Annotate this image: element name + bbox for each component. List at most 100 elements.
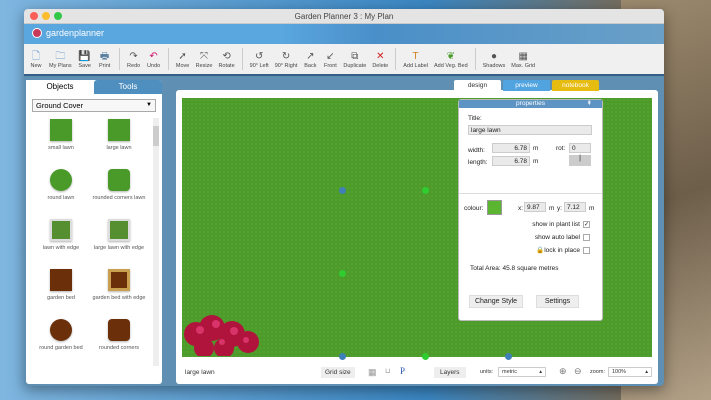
toolbar-print-button[interactable]: 🖶 Print bbox=[95, 44, 115, 74]
save-icon: 💾 bbox=[78, 50, 91, 62]
object-item[interactable]: small lawn bbox=[32, 117, 90, 163]
resize-handle[interactable] bbox=[422, 187, 429, 194]
object-label: small lawn bbox=[48, 145, 74, 151]
toolbar-separator bbox=[474, 48, 476, 70]
toolbar-my-plans-button[interactable]: 🗀 My Plans bbox=[46, 44, 75, 74]
toolbar-label: 90° Right bbox=[274, 62, 298, 69]
toolbar-label: New bbox=[30, 62, 42, 69]
toolbar-back-button[interactable]: ↗ Back bbox=[300, 44, 320, 74]
object-thumbnail bbox=[108, 119, 130, 141]
grid-icon: ▦ bbox=[518, 50, 528, 62]
collapse-icon[interactable]: ⇞ bbox=[587, 100, 592, 108]
toolbar-max-grid-button[interactable]: ▦ Max. Grid bbox=[508, 44, 538, 74]
resize-handle[interactable] bbox=[339, 270, 346, 277]
toolbar-90-right-button[interactable]: ↻ 90° Right bbox=[272, 44, 301, 74]
rotate-right-icon: ↻ bbox=[281, 50, 291, 62]
title-input[interactable]: large lawn bbox=[468, 125, 592, 135]
zoom-button[interactable] bbox=[54, 12, 62, 20]
length-input[interactable]: 6.78 bbox=[492, 156, 530, 166]
tab-design[interactable]: design bbox=[454, 80, 501, 91]
object-item[interactable]: rounded corners lawn bbox=[90, 167, 148, 213]
minimize-button[interactable] bbox=[42, 12, 50, 20]
toolbar-label: Duplicate bbox=[343, 62, 367, 69]
object-thumbnail bbox=[50, 219, 72, 241]
shadows-icon: ● bbox=[490, 50, 497, 62]
toolbar-label: Move bbox=[175, 62, 190, 69]
colour-swatch[interactable] bbox=[487, 200, 502, 215]
toolbar-rotate-button[interactable]: ⟲ Rotate bbox=[215, 44, 237, 74]
width-input[interactable]: 6.78 bbox=[492, 143, 530, 153]
category-select[interactable]: Ground Cover ▼ bbox=[32, 99, 156, 112]
toolbar-shadows-button[interactable]: ● Shadows bbox=[480, 44, 509, 74]
x-input[interactable]: 9.87 bbox=[524, 202, 546, 212]
object-thumbnail bbox=[108, 269, 130, 291]
object-label: round lawn bbox=[47, 195, 75, 201]
zoom-out-icon[interactable]: ⊖ bbox=[574, 366, 582, 377]
toolbar-label: Resize bbox=[195, 62, 213, 69]
rotation-dial[interactable]: | bbox=[569, 155, 591, 166]
toolbar-delete-button[interactable]: ✕ Delete bbox=[369, 44, 391, 74]
toolbar-add-label-button[interactable]: T Add Label bbox=[400, 44, 431, 74]
object-item[interactable]: large lawn with edge bbox=[90, 217, 148, 263]
x-label: x: bbox=[518, 205, 524, 212]
object-thumbnail bbox=[108, 219, 130, 241]
toolbar-front-button[interactable]: ↙ Front bbox=[320, 44, 340, 74]
resize-handle[interactable] bbox=[339, 353, 346, 360]
zoom-in-icon[interactable]: ⊕ bbox=[559, 366, 567, 377]
lock-in-place-checkbox[interactable] bbox=[583, 246, 590, 254]
toolbar-label: Shadows bbox=[482, 62, 506, 69]
resize-handle[interactable] bbox=[422, 353, 429, 360]
object-item[interactable]: lawn with edge bbox=[32, 217, 90, 263]
units-select[interactable]: metric ▴ bbox=[498, 367, 546, 377]
show-in-plant-list-checkbox[interactable]: ✓ bbox=[583, 221, 590, 228]
object-item[interactable]: garden bed bbox=[32, 267, 90, 313]
toolbar-save-button[interactable]: 💾 Save bbox=[75, 44, 95, 74]
tab-preview[interactable]: preview bbox=[503, 80, 550, 91]
logo-icon bbox=[32, 28, 42, 38]
toolbar-add-veg-bed-button[interactable]: ❦ Add Veg. Bed bbox=[431, 44, 471, 74]
toolbar-move-button[interactable]: ➚ Move bbox=[173, 44, 193, 74]
object-thumbnail bbox=[50, 119, 72, 141]
tab-tools[interactable]: Tools bbox=[94, 80, 162, 94]
toolbar-duplicate-button[interactable]: ⧉ Duplicate bbox=[340, 44, 369, 74]
toolbar-label: Print bbox=[98, 62, 111, 69]
width-unit: m bbox=[533, 145, 539, 152]
grid-icon[interactable]: ▦ bbox=[368, 367, 377, 378]
resize-icon: ⤧ bbox=[200, 50, 209, 62]
object-label: rounded corners lawn bbox=[92, 195, 146, 201]
toolbar-undo-button[interactable]: ↶ Undo bbox=[144, 44, 164, 74]
show-auto-label-row: show auto label bbox=[535, 234, 590, 241]
close-button[interactable] bbox=[30, 12, 38, 20]
layers-button[interactable]: Layers bbox=[434, 367, 466, 378]
zoom-select[interactable]: 100% ▴ bbox=[608, 367, 652, 377]
toolbar-new-button[interactable]: 🗋 New bbox=[26, 44, 46, 74]
toolbar-90-left-button[interactable]: ↺ 90° Left bbox=[247, 44, 272, 74]
tab-notebook[interactable]: notebook bbox=[552, 80, 599, 91]
change-style-button[interactable]: Change Style bbox=[469, 295, 523, 308]
toolbar-separator bbox=[118, 48, 120, 70]
ruler-icon[interactable]: ⊔ bbox=[385, 367, 390, 375]
tab-objects[interactable]: Objects bbox=[26, 80, 94, 94]
object-item[interactable]: round garden bed bbox=[32, 317, 90, 363]
object-item[interactable]: garden bed with edge bbox=[90, 267, 148, 313]
app-window: Garden Planner 3 : My Plan gardenplanner… bbox=[24, 9, 664, 386]
plant-labels-icon[interactable]: P bbox=[400, 366, 405, 376]
object-thumbnail bbox=[50, 269, 72, 291]
toolbar-redo-button[interactable]: ↷ Redo bbox=[124, 44, 144, 74]
toolbar-label: 90° Left bbox=[249, 62, 269, 69]
resize-handle[interactable] bbox=[339, 187, 346, 194]
objects-scrollbar[interactable] bbox=[153, 118, 159, 366]
object-item[interactable]: round lawn bbox=[32, 167, 90, 213]
y-input[interactable]: 7.12 bbox=[564, 202, 586, 212]
toolbar-separator bbox=[167, 48, 169, 70]
object-item[interactable]: large lawn bbox=[90, 117, 148, 163]
resize-handle[interactable] bbox=[505, 353, 512, 360]
settings-button[interactable]: Settings bbox=[536, 295, 579, 308]
flower-plant[interactable] bbox=[182, 306, 262, 356]
toolbar-resize-button[interactable]: ⤧ Resize bbox=[193, 44, 216, 74]
rot-input[interactable]: 0 bbox=[569, 143, 591, 153]
length-unit: m bbox=[533, 158, 539, 165]
grid-size-button[interactable]: Grid size bbox=[321, 367, 355, 378]
show-auto-label-checkbox[interactable] bbox=[583, 234, 590, 241]
object-item[interactable]: rounded corners bbox=[90, 317, 148, 363]
